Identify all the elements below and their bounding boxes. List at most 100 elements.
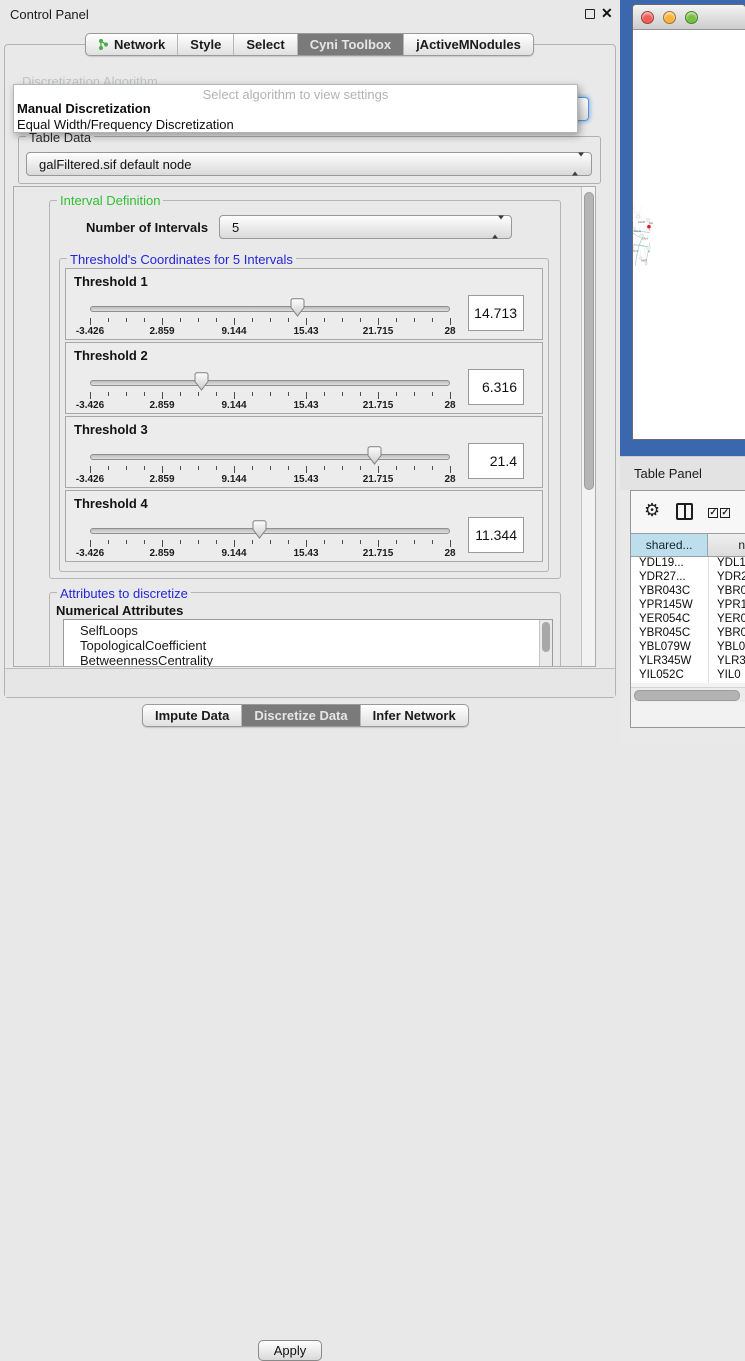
attribute-item-betweennesscentrality[interactable]: BetweennessCentrality bbox=[64, 653, 552, 667]
scrollbar-thumb[interactable] bbox=[634, 690, 740, 701]
network-canvas[interactable]: GAL80GALCGAL11GAL4GCY1HHAP2 bbox=[633, 31, 745, 440]
tick-mark bbox=[324, 318, 325, 322]
cell-name: YER0 bbox=[709, 613, 745, 627]
number-of-intervals-combobox[interactable]: 5 bbox=[219, 215, 512, 239]
threshold-slider[interactable]: -3.4262.8599.14415.4321.71528 bbox=[66, 417, 486, 489]
minimize-traffic-light-icon[interactable] bbox=[663, 11, 676, 24]
table-row[interactable]: YBR045CYBR0 bbox=[631, 627, 745, 641]
split-columns-icon[interactable] bbox=[676, 503, 693, 520]
threshold-slider[interactable]: -3.4262.8599.14415.4321.71528 bbox=[66, 343, 486, 415]
table-data-combobox[interactable]: galFiltered.sif default node bbox=[26, 152, 592, 176]
tick-label: 15.43 bbox=[293, 474, 318, 485]
slider-thumb[interactable] bbox=[290, 298, 305, 317]
network-view-window[interactable]: GAL80GALCGAL11GAL4GCY1HHAP2 bbox=[632, 4, 745, 440]
tick-mark bbox=[108, 540, 109, 544]
tab-infer-network[interactable]: Infer Network bbox=[361, 705, 468, 726]
tab-discretize-data[interactable]: Discretize Data bbox=[242, 705, 360, 726]
zoom-traffic-light-icon[interactable] bbox=[685, 11, 698, 24]
apply-button[interactable]: Apply bbox=[258, 1340, 322, 1361]
network-node-c[interactable] bbox=[647, 225, 651, 229]
tick-mark bbox=[450, 318, 451, 325]
list-scrollbar[interactable] bbox=[539, 620, 552, 667]
network-node-gal11[interactable] bbox=[633, 227, 636, 230]
tick-mark bbox=[180, 466, 181, 470]
checkbox-icon[interactable] bbox=[720, 508, 730, 518]
float-window-icon[interactable] bbox=[585, 9, 595, 19]
number-of-intervals-value: 5 bbox=[232, 220, 239, 235]
table-row[interactable]: YPR145WYPR1 bbox=[631, 599, 745, 613]
close-icon[interactable]: ✕ bbox=[601, 5, 613, 22]
tab-network[interactable]: Network bbox=[86, 34, 178, 55]
settings-vertical-scrollbar[interactable] bbox=[581, 187, 596, 666]
network-node-gal[interactable] bbox=[646, 218, 650, 222]
slider-thumb[interactable] bbox=[252, 520, 267, 539]
tick-mark bbox=[126, 466, 127, 470]
column-header-name[interactable]: n bbox=[708, 534, 745, 556]
attribute-item-topologicalcoefficient[interactable]: TopologicalCoefficient bbox=[64, 638, 552, 653]
tab-label: jActiveMNodules bbox=[416, 34, 521, 55]
close-traffic-light-icon[interactable] bbox=[641, 11, 654, 24]
threshold-value-field[interactable] bbox=[468, 443, 524, 479]
table-row[interactable]: YER054CYER0 bbox=[631, 613, 745, 627]
number-of-intervals-label: Number of Intervals bbox=[86, 220, 208, 235]
tick-mark bbox=[432, 466, 433, 470]
checkbox-icon[interactable] bbox=[708, 508, 718, 518]
tick-mark bbox=[396, 392, 397, 396]
slider-track[interactable] bbox=[90, 380, 450, 386]
column-header-shared-name[interactable]: shared... bbox=[631, 534, 708, 556]
attribute-item-selfloops[interactable]: SelfLoops bbox=[64, 620, 552, 638]
scrollbar-thumb[interactable] bbox=[584, 192, 594, 490]
table-row[interactable]: YBL079WYBL0 bbox=[631, 641, 745, 655]
tick-mark bbox=[144, 392, 145, 396]
algorithm-option-manual-discretization[interactable]: Manual Discretization bbox=[16, 101, 575, 117]
threshold-slider[interactable]: -3.4262.8599.14415.4321.71528 bbox=[66, 269, 486, 341]
threshold-slider[interactable]: -3.4262.8599.14415.4321.71528 bbox=[66, 491, 486, 563]
threshold-value-field[interactable] bbox=[468, 295, 524, 331]
network-node-gcy1[interactable] bbox=[633, 247, 634, 250]
tick-mark bbox=[216, 318, 217, 322]
tick-mark bbox=[180, 540, 181, 544]
network-edge-highlighted[interactable] bbox=[633, 233, 639, 237]
tab-impute-data[interactable]: Impute Data bbox=[143, 705, 242, 726]
network-node-hap2[interactable] bbox=[639, 257, 642, 260]
node-label: C bbox=[649, 230, 651, 232]
table-row[interactable]: YDL19...YDL1 bbox=[631, 557, 745, 571]
table-row[interactable]: YIL052CYIL0 bbox=[631, 669, 745, 683]
threshold-value-field[interactable] bbox=[468, 369, 524, 405]
slider-track[interactable] bbox=[90, 528, 450, 534]
network-node-h[interactable] bbox=[647, 246, 651, 250]
network-edge[interactable] bbox=[633, 212, 648, 220]
tick-mark bbox=[216, 540, 217, 544]
tick-mark bbox=[378, 540, 379, 547]
tick-mark bbox=[288, 540, 289, 544]
numerical-attributes-list[interactable]: SelfLoopsTopologicalCoefficientBetweenne… bbox=[63, 619, 553, 667]
tab-cyni-toolbox[interactable]: Cyni Toolbox bbox=[298, 34, 404, 55]
tick-mark bbox=[324, 392, 325, 396]
tick-mark bbox=[432, 540, 433, 544]
slider-track[interactable] bbox=[90, 306, 450, 312]
threshold-value-field[interactable] bbox=[468, 517, 524, 553]
slider-thumb[interactable] bbox=[194, 372, 209, 391]
network-node-unlabeled[interactable] bbox=[645, 262, 648, 265]
tab-jactivemnodules[interactable]: jActiveMNodules bbox=[404, 34, 533, 55]
network-node-gal80[interactable] bbox=[636, 214, 640, 218]
table-row[interactable]: YLR345WYLR3 bbox=[631, 655, 745, 669]
tab-select[interactable]: Select bbox=[234, 34, 297, 55]
table-header-row: shared...n bbox=[631, 533, 745, 557]
table-horizontal-scrollbar[interactable] bbox=[631, 687, 745, 702]
cell-shared-name: YBL079W bbox=[631, 641, 709, 655]
tick-label: -3.426 bbox=[76, 548, 104, 559]
tick-label: 9.144 bbox=[221, 548, 246, 559]
network-window-titlebar bbox=[633, 5, 745, 30]
table-row[interactable]: YBR043CYBR0 bbox=[631, 585, 745, 599]
gear-icon[interactable]: ⚙ bbox=[644, 500, 660, 521]
slider-track[interactable] bbox=[90, 454, 450, 460]
algorithm-option-equal-width-frequency-discretization[interactable]: Equal Width/Frequency Discretization bbox=[16, 117, 575, 133]
table-row[interactable]: YDR27...YDR2 bbox=[631, 571, 745, 585]
tick-mark bbox=[306, 466, 307, 473]
slider-thumb[interactable] bbox=[367, 446, 382, 465]
tab-style[interactable]: Style bbox=[178, 34, 234, 55]
network-node-gal4[interactable] bbox=[639, 234, 643, 238]
tick-mark bbox=[396, 318, 397, 322]
tick-mark bbox=[108, 392, 109, 396]
